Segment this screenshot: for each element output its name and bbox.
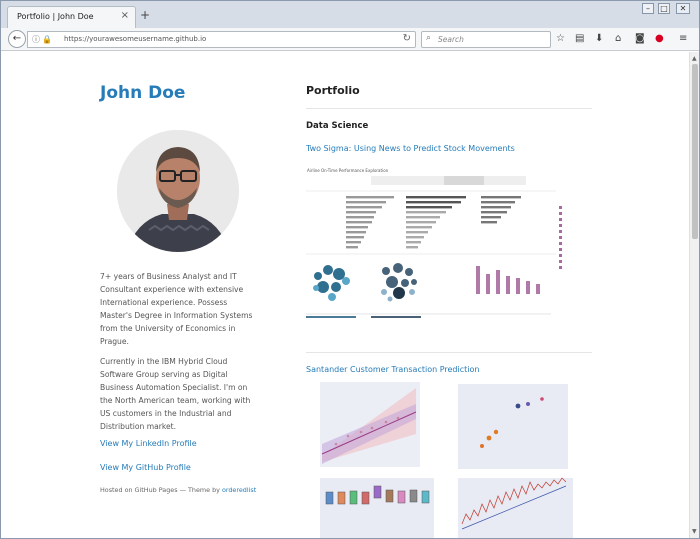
linkedin-link[interactable]: View My LinkedIn Profile (100, 439, 197, 448)
page-title: John Doe (100, 83, 186, 103)
search-bar[interactable]: ⌕ Search (421, 31, 551, 48)
santander-thumbnail[interactable] (306, 374, 589, 538)
dashboard-graphic (306, 176, 562, 318)
scroll-down-icon[interactable]: ▼ (692, 528, 697, 535)
project-link-two-sigma[interactable]: Two Sigma: Using News to Predict Stock M… (306, 144, 515, 153)
download-icon[interactable]: ⬇ (595, 33, 603, 45)
santander-graphic (320, 382, 573, 538)
pocket-icon[interactable]: ◙ (635, 33, 645, 45)
home-icon[interactable]: ⌂ (615, 33, 621, 45)
addon-icon[interactable]: ● (655, 33, 664, 45)
url-text[interactable]: https://yourawesomeusername.github.io (64, 35, 206, 43)
dashboard-thumbnail[interactable]: Airline On-Time Performance Exploration (306, 166, 589, 322)
portfolio-heading: Portfolio (306, 84, 360, 97)
navigation-toolbar: ← ⓘ🔒 https://yourawesomeusername.github.… (1, 28, 699, 51)
github-link[interactable]: View My GitHub Profile (100, 463, 191, 472)
avatar (117, 130, 239, 252)
library-icon[interactable]: ▤ (575, 33, 584, 45)
scrollbar[interactable]: ▲ ▼ (689, 52, 699, 538)
title-bar: Portfolio | John Doe × + – □ ✕ (1, 1, 699, 28)
site-info-icons[interactable]: ⓘ🔒 (32, 34, 54, 45)
menu-icon[interactable]: ≡ (679, 33, 687, 45)
bookmark-star-icon[interactable]: ☆ (556, 33, 565, 45)
lock-icon: 🔒 (42, 35, 54, 44)
page-content: John Doe 7+ years of Business Analyst an… (1, 52, 689, 538)
dashboard-title: Airline On-Time Performance Exploration (307, 168, 389, 173)
footer-text: Hosted on GitHub Pages — Theme by (100, 486, 222, 494)
theme-link[interactable]: orderedlist (222, 486, 256, 494)
search-icon: ⌕ (426, 33, 432, 43)
back-arrow-icon: ← (12, 33, 22, 44)
minimize-button[interactable]: – (642, 3, 654, 14)
address-bar[interactable]: ⓘ🔒 https://yourawesomeusername.github.io… (27, 31, 416, 48)
bio-paragraph-2: Currently in the IBM Hybrid Cloud Softwa… (100, 357, 251, 431)
section-heading: Data Science (306, 121, 369, 131)
tab-title: Portfolio | John Doe (17, 12, 94, 21)
browser-window: Portfolio | John Doe × + – □ ✕ ← ⓘ🔒 http… (0, 0, 700, 539)
project-link-santander[interactable]: Santander Customer Transaction Predictio… (306, 365, 479, 374)
footer: Hosted on GitHub Pages — Theme by ordere… (100, 486, 256, 494)
new-tab-icon[interactable]: + (140, 9, 150, 21)
bio-paragraph-1: 7+ years of Business Analyst and IT Cons… (100, 272, 253, 346)
maximize-button[interactable]: □ (658, 3, 670, 14)
close-window-button[interactable]: ✕ (676, 3, 690, 14)
tab-close-icon[interactable]: × (121, 10, 129, 21)
scroll-thumb[interactable] (692, 64, 698, 239)
divider (306, 352, 592, 353)
search-input[interactable]: Search (438, 35, 464, 44)
scroll-up-icon[interactable]: ▲ (692, 55, 697, 62)
back-button[interactable]: ← (8, 30, 26, 48)
divider (306, 108, 592, 109)
browser-tab[interactable]: Portfolio | John Doe × (7, 6, 136, 28)
reload-icon[interactable]: ↻ (403, 33, 411, 44)
